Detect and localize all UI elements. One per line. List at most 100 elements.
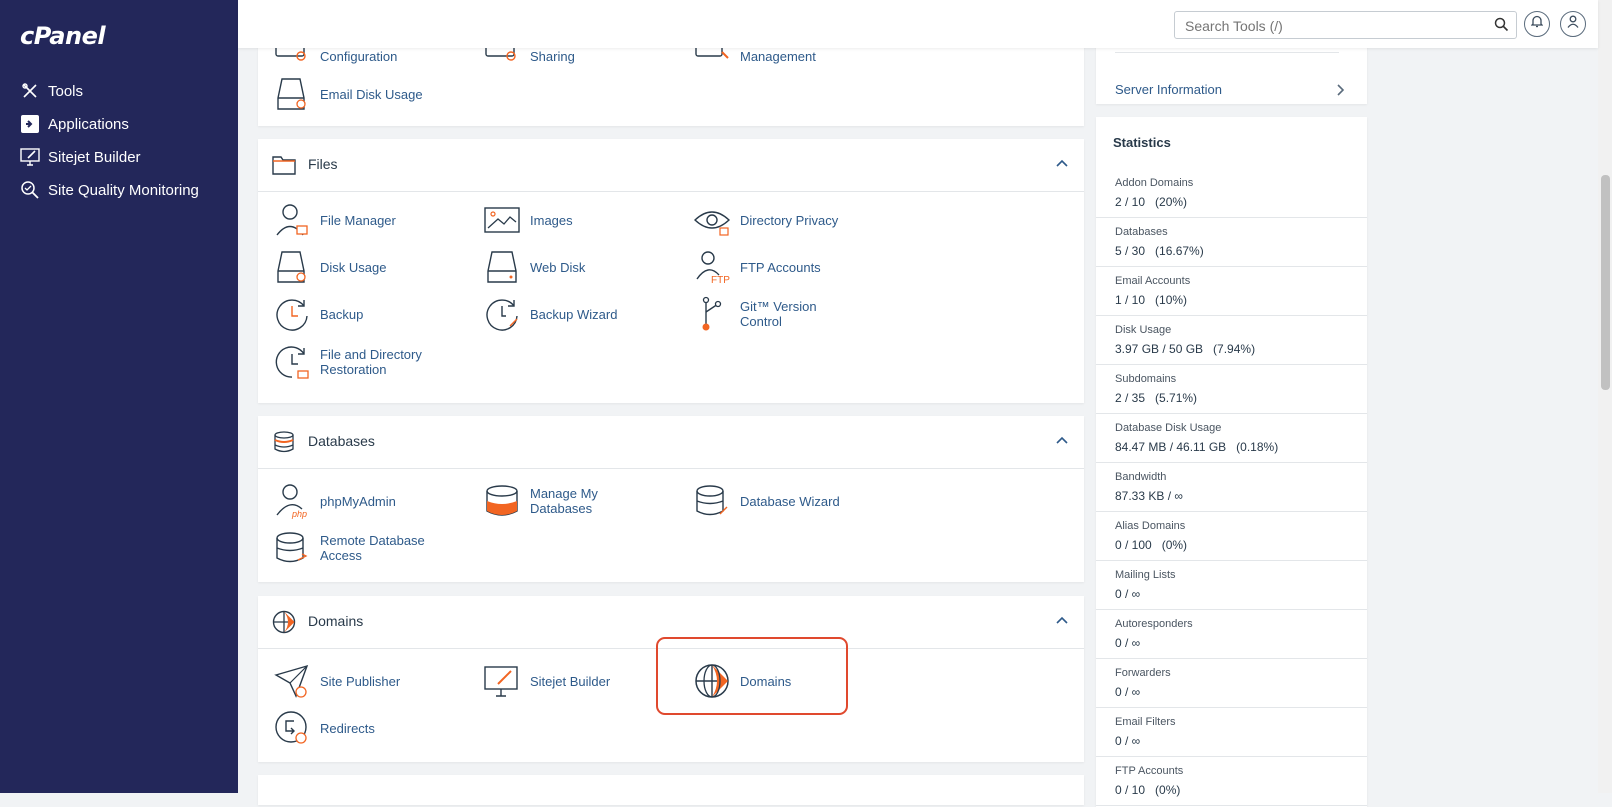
globe-icon [272, 610, 296, 634]
statistics-list: Addon Domains 2 / 10 (20%) Databases 5 / 30… [1096, 169, 1367, 806]
file-directory-restoration-item[interactable]: File and Directory Restoration [274, 344, 440, 380]
site-publisher-item[interactable]: Site Publisher [274, 663, 440, 699]
file-manager-item[interactable]: File Manager [274, 202, 440, 238]
file-manager-icon [276, 204, 308, 236]
domains-panel: Domains Site Publisher Sitejet Builder D… [258, 596, 1084, 762]
redirect-icon [275, 711, 307, 744]
databases-panel-header[interactable]: Databases [258, 416, 1084, 469]
search-icon[interactable] [1494, 17, 1509, 37]
statistic-label: Subdomains [1115, 373, 1177, 385]
cpanel-logo[interactable]: cPanel [20, 22, 106, 50]
statistic-label: Databases [1115, 226, 1168, 238]
user-menu-button[interactable] [1560, 11, 1586, 37]
statistic-value: 0 / ∞ [1115, 734, 1141, 748]
backup-wizard-item[interactable]: Backup Wizard [484, 296, 650, 332]
database-wizard-item[interactable]: Database Wizard [694, 483, 860, 519]
sidebar-item-applications[interactable]: Applications [20, 111, 129, 137]
backup-item[interactable]: Backup [274, 296, 440, 332]
statistic-label: Addon Domains [1115, 177, 1194, 189]
statistic-label: Email Filters [1115, 716, 1176, 728]
statistic-value: 0 / 10 (0%) [1115, 783, 1181, 797]
magnifier-icon [20, 180, 40, 200]
folder-icon [272, 156, 296, 175]
sitejet-builder-item[interactable]: Sitejet Builder [484, 663, 650, 699]
statistic-row: Forwarders 0 / ∞ [1096, 659, 1367, 708]
eye-icon [694, 211, 730, 236]
statistic-label: FTP Accounts [1115, 765, 1184, 777]
page-scrollbar[interactable] [1598, 0, 1612, 793]
phpmyadmin-item[interactable]: php phpMyAdmin [274, 483, 440, 519]
git-icon [702, 296, 722, 331]
database-icon [486, 485, 518, 516]
backup-icon [276, 299, 308, 331]
statistic-row: Email Filters 0 / ∞ [1096, 708, 1367, 757]
top-bar [238, 0, 1598, 48]
chevron-up-icon[interactable] [1056, 436, 1068, 444]
search-input[interactable] [1183, 13, 1487, 39]
statistic-label: Database Disk Usage [1115, 422, 1222, 434]
statistic-label: Alias Domains [1115, 520, 1186, 532]
sidebar-item-tools[interactable]: Tools [20, 78, 83, 104]
database-wizard-icon [696, 485, 728, 516]
phpmyadmin-icon: php [276, 484, 307, 519]
manage-my-databases-item[interactable]: Manage My Databases [484, 483, 650, 519]
databases-panel-title: Databases [308, 433, 375, 449]
git-version-control-item[interactable]: Git™ Version Control [694, 296, 860, 332]
monitor-brush-icon [20, 147, 40, 167]
chevron-up-icon[interactable] [1056, 159, 1068, 167]
remote-database-icon [276, 532, 308, 563]
statistic-row: Alias Domains 0 / 100 (0%) [1096, 512, 1367, 561]
domains-panel-title: Domains [308, 613, 364, 629]
disk-usage-icon [277, 78, 306, 110]
statistic-row: Bandwidth 87.33 KB / ∞ [1096, 463, 1367, 512]
globe-icon [695, 664, 729, 698]
search-box[interactable] [1174, 11, 1517, 39]
redirects-item[interactable]: Redirects [274, 710, 440, 746]
sidebar-item-site-quality-monitoring[interactable]: Site Quality Monitoring [20, 177, 199, 203]
email-disk-usage-item[interactable]: Email Disk Usage [274, 76, 440, 112]
disk-usage-item[interactable]: Disk Usage [274, 249, 440, 285]
statistic-row: Disk Usage 3.97 GB / 50 GB (7.94%) [1096, 316, 1367, 365]
statistic-row: Mailing Lists 0 / ∞ [1096, 561, 1367, 610]
notifications-button[interactable] [1524, 11, 1550, 37]
web-disk-item[interactable]: Web Disk [484, 249, 650, 285]
chevron-right-icon [1337, 84, 1345, 96]
statistic-value: 0 / 100 (0%) [1115, 538, 1188, 552]
statistic-row: Autoresponders 0 / ∞ [1096, 610, 1367, 659]
statistic-label: Email Accounts [1115, 275, 1191, 287]
domains-panel-header[interactable]: Domains [258, 596, 1084, 649]
statistic-value: 1 / 10 (10%) [1115, 293, 1188, 307]
sidebar: cPanel Tools Applications Sitejet Builde… [0, 0, 238, 793]
chevron-up-icon[interactable] [1056, 616, 1068, 624]
statistic-label: Forwarders [1115, 667, 1171, 679]
files-panel-title: Files [308, 156, 338, 172]
statistic-row: Database Disk Usage 84.47 MB / 46.11 GB (… [1096, 414, 1367, 463]
images-item[interactable]: Images [484, 202, 650, 238]
server-information-link[interactable]: Server Information [1096, 80, 1367, 104]
statistic-label: Mailing Lists [1115, 569, 1176, 581]
directory-privacy-item[interactable]: Directory Privacy [694, 202, 860, 238]
sidebar-item-sitejet-builder[interactable]: Sitejet Builder [20, 144, 141, 170]
svg-text:FTP: FTP [711, 275, 730, 285]
scrollbar-thumb[interactable] [1601, 175, 1610, 390]
bell-icon [1530, 15, 1544, 33]
paper-plane-icon [274, 664, 309, 698]
domains-item[interactable]: Domains [694, 663, 860, 699]
tools-icon [20, 81, 40, 101]
statistic-row: Subdomains 2 / 35 (5.71%) [1096, 365, 1367, 414]
statistic-value: 2 / 35 (5.71%) [1115, 391, 1198, 405]
statistic-value: 0 / ∞ [1115, 685, 1141, 699]
remote-database-access-item[interactable]: Remote Database Access [274, 530, 440, 566]
statistic-row: Email Accounts 1 / 10 (10%) [1096, 267, 1367, 316]
server-information-label: Server Information [1115, 82, 1222, 97]
next-panel [258, 775, 1084, 805]
ftp-accounts-item[interactable]: FTP FTP Accounts [694, 249, 860, 285]
applications-icon [20, 114, 40, 134]
svg-text:php: php [291, 509, 307, 519]
statistic-row: Databases 5 / 30 (16.67%) [1096, 218, 1367, 267]
restoration-icon [275, 346, 309, 379]
sidebar-item-label: Site Quality Monitoring [48, 181, 199, 199]
files-panel-header[interactable]: Files [258, 139, 1084, 192]
statistic-value: 84.47 MB / 46.11 GB (0.18%) [1115, 440, 1279, 454]
statistic-value: 0 / ∞ [1115, 587, 1141, 601]
